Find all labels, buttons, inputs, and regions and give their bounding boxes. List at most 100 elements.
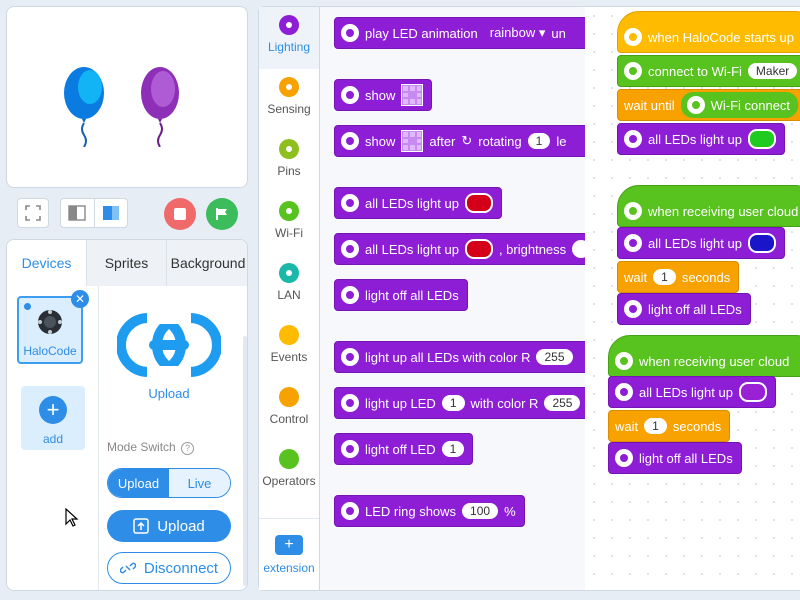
block-light-off-all-leds[interactable]: light off all LEDs	[608, 442, 742, 474]
led-icon	[341, 194, 359, 212]
halocode-icon	[624, 28, 642, 46]
fullscreen-button[interactable]	[17, 198, 49, 228]
device-list: ✕ HaloCode + add	[7, 286, 99, 590]
led-dot	[410, 99, 415, 104]
led-ring-picker[interactable]	[401, 84, 424, 106]
brightness-input[interactable]	[572, 240, 585, 258]
block-all-leds-light-up[interactable]: all LEDs light up	[617, 227, 785, 259]
rotate-icon: ↻	[461, 133, 473, 148]
hat-halocode-starts[interactable]: when HaloCode starts up	[617, 11, 800, 53]
led-index-input[interactable]: 1	[441, 395, 465, 411]
close-icon[interactable]: ✕	[71, 290, 89, 308]
category-events[interactable]: Events	[259, 317, 319, 379]
rotate-steps-input[interactable]: 1	[527, 133, 551, 149]
green-flag-icon	[216, 208, 227, 220]
color-swatch[interactable]	[747, 233, 776, 253]
green-flag-button[interactable]	[206, 198, 238, 230]
tab-background[interactable]: Background	[167, 240, 247, 286]
sensing-icon	[279, 77, 299, 97]
block-light-off-led[interactable]: light off LED 1	[334, 433, 474, 465]
add-device-button[interactable]: + add	[21, 386, 85, 450]
block-all-leds-brightness[interactable]: all LEDs light up , brightness	[334, 233, 585, 265]
category-lan[interactable]: LAN	[259, 255, 319, 317]
led-dot	[410, 86, 415, 91]
hat-receiving-user-cloud[interactable]: when receiving user cloud	[617, 185, 800, 227]
lan-icon	[279, 263, 299, 283]
block-light-up-all-rgb[interactable]: light up all LEDs with color R 255	[334, 341, 585, 373]
color-swatch[interactable]	[464, 239, 493, 259]
stage-size-toggle[interactable]	[60, 198, 128, 228]
block-show[interactable]: show	[334, 79, 433, 111]
device-card-halocode[interactable]: ✕ HaloCode	[17, 290, 89, 364]
led-dot	[410, 132, 415, 137]
block-wait-seconds[interactable]: wait 1 seconds	[617, 261, 740, 293]
block-connect-wifi[interactable]: connect to Wi-Fi Maker	[617, 55, 800, 87]
led-ring-picker[interactable]	[401, 130, 424, 152]
wifi-connected-condition[interactable]: Wi-Fi connect	[680, 92, 799, 118]
stage-area[interactable]	[6, 6, 248, 188]
block-show-rotating[interactable]: show after ↻ rotating 1 le	[334, 125, 585, 157]
large-stage-icon	[102, 206, 119, 220]
device-name: HaloCode	[23, 344, 77, 358]
disconnect-button[interactable]: Disconnect	[107, 552, 231, 584]
scrollbar[interactable]	[243, 336, 247, 586]
led-icon	[341, 286, 359, 304]
hat-receiving-user-cloud[interactable]: when receiving user cloud	[608, 335, 800, 377]
category-pins[interactable]: Pins	[259, 131, 319, 193]
led-dot	[416, 92, 422, 98]
animation-dropdown[interactable]: rainbow ▾	[490, 25, 546, 41]
block-all-leds-light-up[interactable]: all LEDs light up	[617, 123, 785, 155]
red-value-input[interactable]: 255	[536, 349, 573, 365]
category-lighting[interactable]: Lighting	[259, 7, 319, 69]
category-wifi[interactable]: Wi-Fi	[259, 193, 319, 255]
wait-seconds-input[interactable]: 1	[644, 418, 667, 434]
led-dot	[416, 99, 422, 104]
stop-button[interactable]	[164, 198, 196, 230]
upload-icon	[133, 518, 149, 534]
blue-balloon[interactable]	[61, 65, 107, 147]
block-wait-until[interactable]: wait until Wi-Fi connect	[617, 89, 800, 121]
extension-button[interactable]: + extension	[259, 518, 319, 590]
block-light-off-all-leds[interactable]: light off all LEDs	[334, 279, 468, 311]
category-operators[interactable]: Operators	[259, 441, 319, 503]
block-light-up-led-rgb[interactable]: light up LED 1 with color R 255	[334, 387, 585, 419]
block-light-off-all-leds[interactable]: light off all LEDs	[617, 293, 751, 325]
color-swatch[interactable]	[747, 129, 776, 149]
script-workspace[interactable]: when HaloCode starts up connect to Wi-Fi…	[585, 6, 800, 591]
led-dot	[403, 92, 409, 98]
mode-switch-label: Mode Switch ?	[107, 440, 195, 455]
purple-balloon[interactable]	[139, 65, 181, 147]
led-icon	[341, 86, 359, 104]
upload-button[interactable]: Upload	[107, 510, 231, 542]
mode-upload[interactable]: Upload	[108, 469, 169, 497]
block-led-ring-shows[interactable]: LED ring shows 100 %	[334, 495, 525, 527]
category-control[interactable]: Control	[259, 379, 319, 441]
help-icon[interactable]: ?	[181, 442, 195, 455]
led-icon	[341, 348, 359, 366]
block-play-led-animation[interactable]: play LED animation rainbow ▾ un	[334, 17, 585, 49]
add-label: add	[42, 432, 64, 446]
percent-input[interactable]: 100	[462, 503, 499, 519]
block-wait-seconds[interactable]: wait 1 seconds	[608, 410, 731, 442]
mode-live[interactable]: Live	[169, 469, 230, 497]
color-swatch[interactable]	[464, 193, 493, 213]
led-index-input[interactable]: 1	[441, 441, 465, 457]
wait-seconds-input[interactable]: 1	[653, 269, 676, 285]
small-stage-button[interactable]	[61, 199, 94, 227]
led-icon	[624, 130, 642, 148]
wifi-ssid-input[interactable]: Maker	[747, 63, 798, 79]
mode-switch[interactable]: Upload Live	[107, 468, 231, 498]
tab-sprites[interactable]: Sprites	[87, 240, 167, 286]
block-all-leds-light-up[interactable]: all LEDs light up	[334, 187, 502, 219]
block-all-leds-light-up[interactable]: all LEDs light up	[608, 376, 776, 408]
color-swatch[interactable]	[738, 382, 767, 402]
led-icon	[615, 449, 633, 467]
device-info: Upload Mode Switch ? Upload Live Upload …	[99, 286, 247, 590]
upload-link-icon[interactable]	[117, 312, 221, 378]
upload-link-label[interactable]: Upload	[99, 386, 239, 401]
category-sensing[interactable]: Sensing	[259, 69, 319, 131]
tab-devices[interactable]: Devices	[7, 240, 87, 286]
add-extension-icon: +	[275, 535, 303, 555]
red-value-input[interactable]: 255	[544, 395, 581, 411]
large-stage-button[interactable]	[93, 199, 128, 227]
